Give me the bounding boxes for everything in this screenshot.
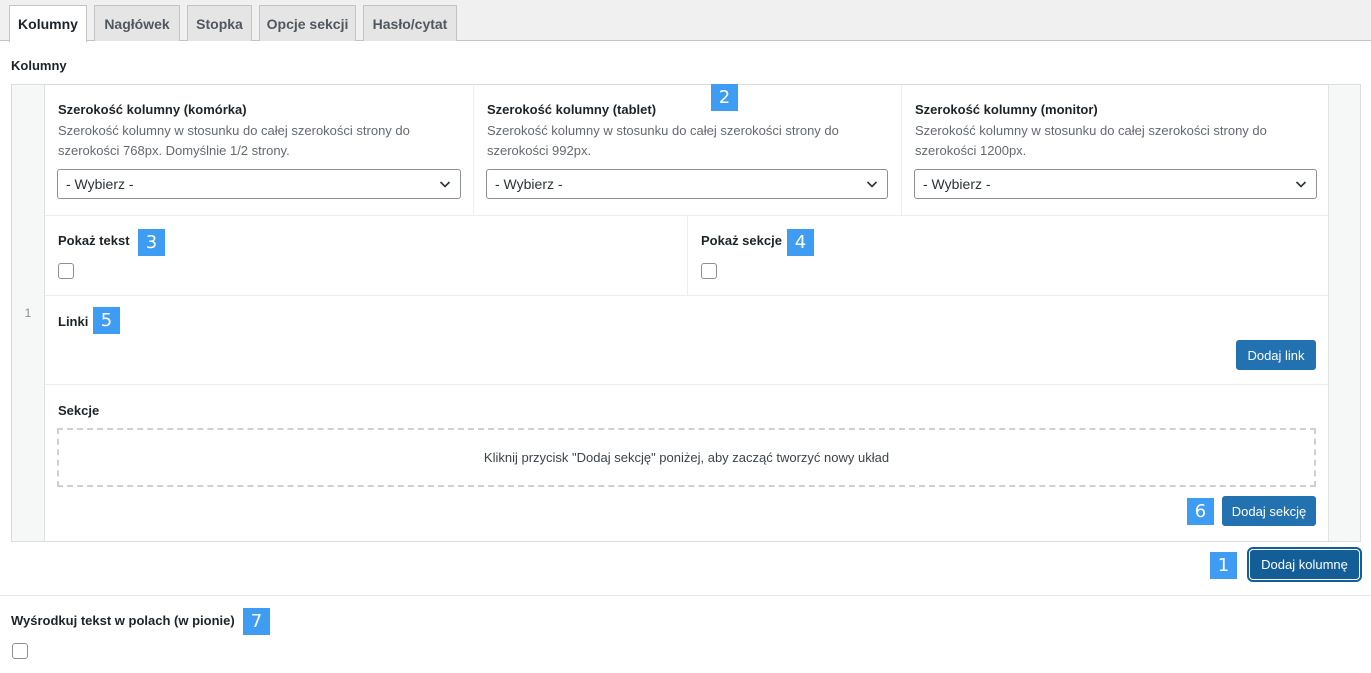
width-mobile-title: Szerokość kolumny (komórka)	[58, 102, 247, 117]
row-actions	[1328, 85, 1360, 541]
field-width-mobile: Szerokość kolumny (komórka) Szerokość ko…	[45, 85, 474, 216]
annotation-marker: 2	[711, 84, 738, 111]
annotation-marker: 7	[243, 608, 270, 635]
add-column-button[interactable]: Dodaj kolumnę	[1250, 550, 1359, 579]
center-text-checkbox[interactable]	[12, 643, 28, 659]
width-tablet-select[interactable]: - Wybierz -	[486, 169, 888, 199]
annotation-marker: 3	[138, 229, 165, 256]
width-tablet-value: - Wybierz -	[495, 176, 563, 192]
add-link-button[interactable]: Dodaj link	[1236, 340, 1316, 370]
field-width-monitor: Szerokość kolumny (monitor) Szerokość ko…	[902, 85, 1329, 216]
width-monitor-select[interactable]: - Wybierz -	[914, 169, 1317, 199]
tab-kolumny[interactable]: Kolumny	[9, 5, 87, 42]
add-section-button[interactable]: Dodaj sekcję	[1222, 496, 1316, 526]
show-text-checkbox[interactable]	[58, 263, 74, 279]
width-mobile-select[interactable]: - Wybierz -	[57, 169, 461, 199]
sections-label: Sekcje	[58, 403, 100, 418]
field-width-tablet: Szerokość kolumny (tablet) Szerokość kol…	[474, 85, 902, 216]
width-monitor-value: - Wybierz -	[923, 176, 991, 192]
width-tablet-desc-1: Szerokość kolumny w stosunku do całej sz…	[487, 123, 839, 138]
sections-empty-placeholder: Kliknij przycisk "Dodaj sekcję" poniżej,…	[57, 428, 1316, 487]
divider	[0, 595, 1371, 596]
row-order-handle[interactable]: 1	[12, 85, 45, 541]
chevron-down-icon	[439, 181, 451, 188]
annotation-marker: 6	[1187, 498, 1214, 525]
width-monitor-desc-2: szerokości 1200px.	[915, 143, 1027, 158]
field-links: Linki Dodaj link	[45, 296, 1329, 385]
columns-field-label: Kolumny	[11, 58, 67, 73]
width-mobile-desc-2: szerokości 768px. Domyślnie 1/2 strony.	[58, 143, 290, 158]
width-monitor-title: Szerokość kolumny (monitor)	[915, 102, 1098, 117]
annotation-marker: 1	[1210, 552, 1237, 579]
annotation-marker: 5	[93, 307, 120, 334]
width-tablet-desc-2: szerokości 992px.	[487, 143, 592, 158]
chevron-down-icon	[866, 181, 878, 188]
tab-opcje-sekcji[interactable]: Opcje sekcji	[259, 5, 356, 41]
columns-repeater: 1 Szerokość kolumny (komórka) Szerokość …	[11, 84, 1361, 542]
width-monitor-desc-1: Szerokość kolumny w stosunku do całej sz…	[915, 123, 1267, 138]
chevron-down-icon	[1295, 181, 1307, 188]
show-text-label: Pokaż tekst	[58, 233, 130, 248]
width-mobile-desc-1: Szerokość kolumny w stosunku do całej sz…	[58, 123, 410, 138]
row-fields: Szerokość kolumny (komórka) Szerokość ko…	[45, 85, 1329, 541]
row-index: 1	[24, 306, 32, 320]
sections-empty-message: Kliknij przycisk "Dodaj sekcję" poniżej,…	[483, 450, 890, 465]
show-sections-label: Pokaż sekcje	[701, 233, 782, 248]
width-mobile-value: - Wybierz -	[66, 176, 134, 192]
width-tablet-title: Szerokość kolumny (tablet)	[487, 102, 657, 117]
annotation-marker: 4	[787, 229, 814, 256]
tab-haslo-cytat[interactable]: Hasło/cytat	[363, 5, 457, 41]
links-label: Linki	[58, 314, 89, 329]
show-sections-checkbox[interactable]	[701, 263, 717, 279]
tab-naglowek[interactable]: Nagłówek	[94, 5, 180, 41]
tab-stopka[interactable]: Stopka	[187, 5, 252, 41]
field-show-sections: Pokaż sekcje	[688, 216, 1329, 296]
field-show-text: Pokaż tekst	[45, 216, 688, 296]
tab-bar: Kolumny Nagłówek Stopka Opcje sekcji Has…	[0, 0, 1371, 42]
center-text-label: Wyśrodkuj tekst w polach (w pionie)	[11, 613, 235, 628]
